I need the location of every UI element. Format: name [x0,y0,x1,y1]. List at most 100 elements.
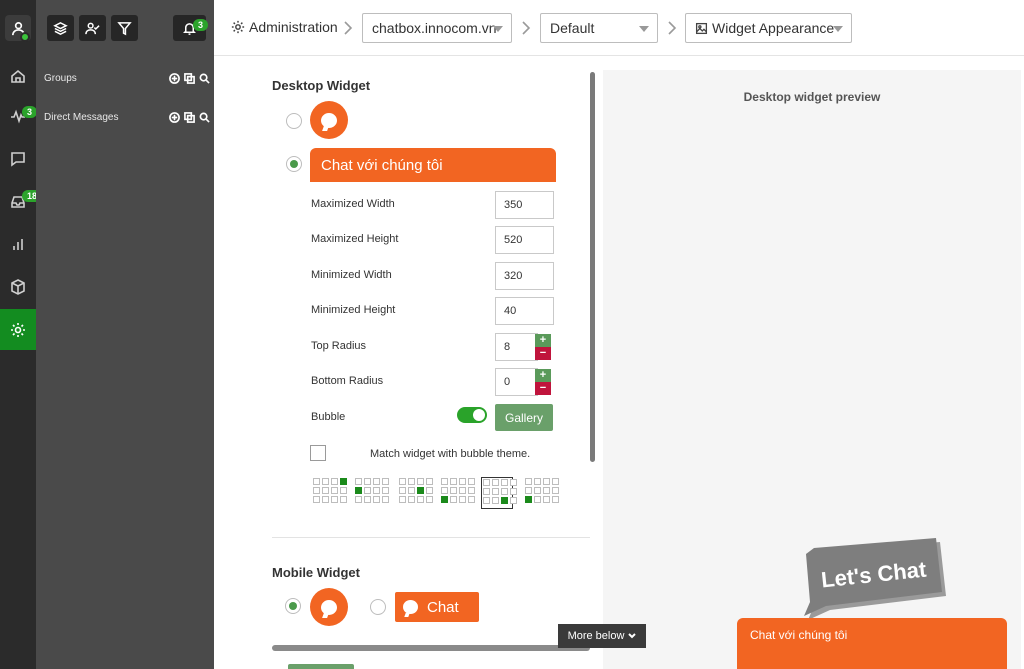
breadcrumb-root[interactable]: Administration [231,19,338,35]
layers-button[interactable] [47,15,74,41]
decrement-button[interactable]: − [535,382,551,395]
user-check-button[interactable] [79,15,106,41]
widget-position-option[interactable] [481,477,517,509]
match-bubble-theme-checkbox[interactable] [310,445,326,461]
horizontal-scrollbar[interactable] [272,645,590,651]
maximized-width-input[interactable]: 350 [495,191,554,219]
rail-settings[interactable] [0,309,36,350]
position-cell [552,478,559,485]
filter-button[interactable] [111,15,138,41]
position-cell [483,497,490,504]
vertical-scrollbar[interactable] [590,72,595,462]
site-select-value: chatbox.innocom.vn [372,20,497,36]
add-icon[interactable] [168,72,180,84]
mobile-pill-radio[interactable] [370,599,386,615]
position-cell [552,496,559,503]
widget-position-option[interactable] [524,477,559,509]
minimized-width-input[interactable]: 320 [495,262,554,290]
chevron-right-icon [667,19,677,37]
copy-icon[interactable] [183,111,195,123]
copy-icon[interactable] [183,72,195,84]
gear-icon [11,322,25,337]
section-divider [272,537,590,538]
position-cell [417,478,424,485]
maximized-height-input[interactable]: 520 [495,226,554,254]
rail-chats[interactable] [0,139,36,179]
minimized-height-input[interactable]: 40 [495,297,554,325]
position-cell [450,496,457,503]
profile-select[interactable]: Default [540,13,658,43]
search-icon[interactable] [198,111,210,123]
widget-position-option[interactable] [312,477,347,509]
increment-button[interactable]: + [535,369,551,382]
filter-icon [117,21,132,35]
widget-position-option[interactable] [440,477,475,509]
position-cell [373,487,380,494]
position-cell [408,487,415,494]
field-bottom-radius: Bottom Radius 0 + − [311,368,555,396]
position-cell [468,496,475,503]
desktop-widget-heading: Desktop Widget [272,78,371,93]
position-cell [483,488,490,495]
section-label: Direct Messages [44,111,119,123]
sidebar-section-direct-messages: Direct Messages [44,108,210,126]
position-cell [417,496,424,503]
position-cell [525,487,532,494]
mobile-bubble-radio[interactable] [285,598,301,614]
position-cell [441,487,448,494]
field-maximized-height: Maximized Height 520 [311,226,555,254]
decrement-button[interactable]: − [535,347,551,360]
chat-bubble-icon [310,101,348,139]
preview-title: Desktop widget preview [743,90,881,104]
position-cell [355,496,362,503]
gallery-button[interactable]: Gallery [495,404,553,431]
page-select[interactable]: Widget Appearance [685,13,852,43]
bubble-toggle[interactable] [457,407,487,423]
chat-icon [11,152,25,167]
increment-button[interactable]: + [535,334,551,347]
position-cell [417,487,424,494]
position-cell [322,496,329,503]
chevron-down-icon [639,26,649,32]
more-below-label: More below [567,630,625,642]
rail-integrations[interactable] [0,267,36,307]
desktop-bar-radio[interactable] [286,156,302,172]
user-check-icon [85,22,100,34]
position-cell [355,487,362,494]
bubble-label: Bubble [311,411,346,423]
position-cell [382,496,389,503]
notification-badge: 3 [193,19,209,31]
position-cell [552,487,559,494]
search-icon[interactable] [198,72,210,84]
rail-reports[interactable] [0,224,36,264]
position-cell [534,478,541,485]
chevron-down-icon [833,26,843,32]
rail-inbox[interactable] [0,182,36,222]
position-cell [399,487,406,494]
desktop-bubble-radio[interactable] [286,113,302,129]
position-cell [501,488,508,495]
chevron-down-icon [628,633,637,639]
save-button[interactable] [288,664,354,669]
position-cell [501,479,508,486]
widget-position-option[interactable] [354,477,389,509]
widget-position-option[interactable] [398,477,433,509]
top-radius-input[interactable]: 8 [495,333,538,361]
add-icon[interactable] [168,111,180,123]
bottom-radius-input[interactable]: 0 [495,368,538,396]
position-cell [313,496,320,503]
position-cell [543,496,550,503]
sidebar-section-groups: Groups [44,69,210,87]
more-below-button[interactable]: More below [558,624,646,648]
field-label: Minimized Height [311,304,396,316]
rail-home[interactable] [0,56,36,96]
page-select-value: Widget Appearance [712,20,835,36]
position-cell [408,478,415,485]
position-cell [364,496,371,503]
position-cell [373,478,380,485]
site-select[interactable]: chatbox.innocom.vn [362,13,512,43]
field-label: Bottom Radius [311,375,384,387]
preview-chat-bar[interactable]: Chat với chúng tôi [737,618,1007,669]
online-status-dot [20,32,30,42]
chevron-down-icon [493,26,503,32]
